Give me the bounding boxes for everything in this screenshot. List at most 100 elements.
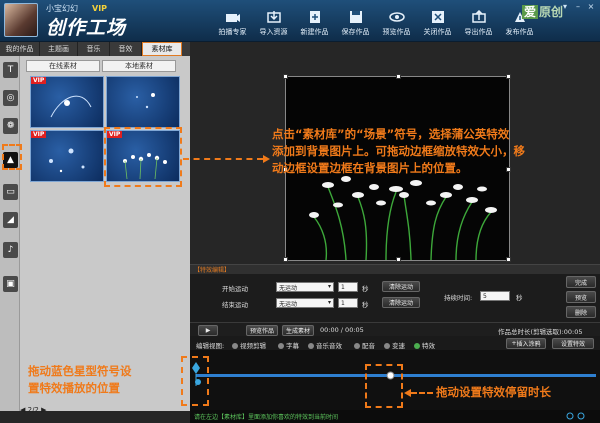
resize-handle[interactable]: [396, 74, 401, 79]
close-window-icon[interactable]: ×: [586, 2, 596, 11]
status-text: 请在左边【素材库】里面添加你喜欢的特效到当前时间: [194, 414, 339, 421]
delete-effect-button[interactable]: 删除: [566, 306, 596, 318]
start-motion-label: 开始运动: [222, 285, 248, 293]
view-option-speed[interactable]: 变速: [384, 340, 405, 350]
material-thumb[interactable]: VIP: [30, 76, 104, 128]
tab-sound[interactable]: 音效: [110, 42, 142, 56]
left-annotation: 拖动蓝色星型符号设 置特效播放的位置: [28, 363, 178, 397]
preview-effect-button[interactable]: 预览: [566, 291, 596, 303]
zoom-icon[interactable]: [566, 412, 586, 421]
play-button[interactable]: ▶: [198, 325, 218, 336]
duration-stepper[interactable]: 5: [480, 291, 510, 301]
duration-label: 持续时间:: [444, 294, 473, 302]
main-annotation-line: 添加到背景图片上。可拖动边框缩放特效大小，移: [272, 144, 525, 158]
preview-work-button[interactable]: 预览作品: [246, 325, 278, 336]
image-category-icon[interactable]: ▣: [3, 276, 18, 292]
close-project-button[interactable]: 关闭作品: [417, 10, 458, 37]
app-window: 小宝幻幻 创作工场 VIP 拍播专家 导入资源 新建作品 保存作品 预览作品 关…: [0, 0, 600, 423]
material-thumb[interactable]: VIP: [30, 130, 104, 182]
tab-my-works[interactable]: 我的作品: [0, 42, 40, 56]
next-page-icon[interactable]: ▶: [39, 406, 46, 414]
tab-theme[interactable]: 主题画: [40, 42, 78, 56]
save-project-button[interactable]: 保存作品: [335, 10, 376, 37]
new-project-button[interactable]: 新建作品: [294, 10, 335, 37]
vip-badge: VIP: [31, 77, 47, 84]
total-length: 作品总时长(剪辑选取):00:05: [498, 328, 583, 336]
end-motion-label: 结束运动: [222, 301, 248, 309]
watermark: 爱原创: [522, 3, 563, 20]
view-option-dubbing[interactable]: 配音: [354, 340, 375, 350]
clear-end-motion-button[interactable]: 清除运动: [382, 297, 420, 308]
view-option-label: 视频剪辑: [240, 342, 266, 350]
bubbles-icon: [49, 148, 85, 173]
app-logo: 创作工场: [46, 17, 127, 39]
tool-label: 新建作品: [300, 28, 329, 36]
scene-icon-highlight: [2, 144, 22, 170]
set-effect-button[interactable]: 设置特效: [552, 338, 594, 349]
preview-project-button[interactable]: 预览作品: [376, 10, 417, 37]
tab-music[interactable]: 音乐: [78, 42, 110, 56]
resize-handle[interactable]: [283, 74, 288, 79]
material-grid: 在线素材 本地素材 VIP VIP VIP: [22, 56, 188, 396]
dandelion-thumb-highlight: [104, 127, 182, 187]
view-option-label: 变速: [392, 342, 405, 350]
view-option-video[interactable]: 视频剪辑: [232, 340, 266, 350]
resize-handle[interactable]: [506, 74, 511, 79]
view-option-label: 音乐音效: [316, 342, 342, 350]
view-option-music[interactable]: 音乐音效: [308, 340, 342, 350]
frame-category-icon[interactable]: ❁: [3, 118, 18, 134]
avatar[interactable]: [4, 3, 38, 37]
radio-icon: [308, 343, 314, 349]
view-option-label: 配音: [362, 342, 375, 350]
tool-label: 预览作品: [382, 28, 411, 36]
view-option-effects[interactable]: 特效: [414, 340, 435, 350]
left-annotation-line: 拖动蓝色星型符号设: [28, 364, 132, 378]
view-option-label: 特效: [422, 342, 435, 350]
resize-handle[interactable]: [396, 257, 401, 262]
seconds-unit: 秒: [362, 301, 369, 309]
text-category-icon[interactable]: T: [3, 62, 18, 78]
generate-material-button[interactable]: 生成素材: [282, 325, 314, 336]
insert-doodle-button[interactable]: + 插入涂鸦: [506, 338, 546, 349]
main-toolbar: 拍播专家 导入资源 新建作品 保存作品 预览作品 关闭作品 导出作品 发布作品: [212, 10, 540, 37]
clear-start-motion-button[interactable]: 清除运动: [382, 281, 420, 292]
music-category-icon[interactable]: ♪: [3, 242, 18, 258]
insert-doodle-label: 插入涂鸦: [516, 341, 541, 348]
search-category-icon[interactable]: ◎: [3, 90, 18, 106]
material-thumb[interactable]: [106, 76, 180, 128]
tool-label: 发布作品: [505, 28, 534, 36]
library-tabs: 我的作品 主题画 音乐 音效 素材库: [0, 42, 190, 56]
export-project-button[interactable]: 导出作品: [458, 10, 499, 37]
material-subtabs: 在线素材 本地素材: [26, 60, 176, 72]
callout-arrow-right: [404, 389, 411, 397]
import-icon: [266, 10, 282, 24]
end-seconds-stepper[interactable]: 1: [338, 298, 358, 308]
radio-icon: [354, 343, 360, 349]
callout-arrow-main: [263, 155, 270, 163]
resize-handle[interactable]: [506, 257, 511, 262]
swirl-icon: [50, 95, 92, 118]
page-indicator[interactable]: ◀ 2/2 ▶: [20, 406, 46, 414]
start-seconds-stepper[interactable]: 1: [338, 282, 358, 292]
import-resources-button[interactable]: 导入资源: [253, 10, 294, 37]
export-icon: [471, 10, 487, 24]
shoot-expert-button[interactable]: 拍播专家: [212, 10, 253, 37]
header-bar: 小宝幻幻 创作工场 VIP 拍播专家 导入资源 新建作品 保存作品 预览作品 关…: [0, 0, 600, 42]
view-option-subtitle[interactable]: 字幕: [278, 340, 299, 350]
online-materials-tab[interactable]: 在线素材: [26, 60, 100, 72]
minimize-icon[interactable]: –: [573, 2, 583, 11]
local-materials-tab[interactable]: 本地素材: [102, 60, 176, 72]
skin-icon[interactable]: ▾: [560, 2, 570, 11]
resize-handle[interactable]: [283, 257, 288, 262]
tab-material-library[interactable]: 素材库: [142, 42, 182, 56]
main-annotation-line: 点击“素材库”的“场景”符号，选择蒲公英特效: [272, 127, 510, 141]
end-motion-select[interactable]: 无运动: [276, 298, 334, 308]
tool-label: 导出作品: [464, 28, 493, 36]
start-motion-select[interactable]: 无运动: [276, 282, 334, 292]
prev-page-icon[interactable]: ◀: [20, 406, 28, 414]
camera-icon: [225, 10, 241, 24]
window-category-icon[interactable]: ▭: [3, 184, 18, 200]
material-panel: T ◎ ❁ ▲ ▭ ◢ ♪ ▣ 在线素材 本地素材 VIP VIP VIP: [0, 56, 190, 411]
brush-category-icon[interactable]: ◢: [3, 212, 18, 228]
done-button[interactable]: 完成: [566, 276, 596, 288]
